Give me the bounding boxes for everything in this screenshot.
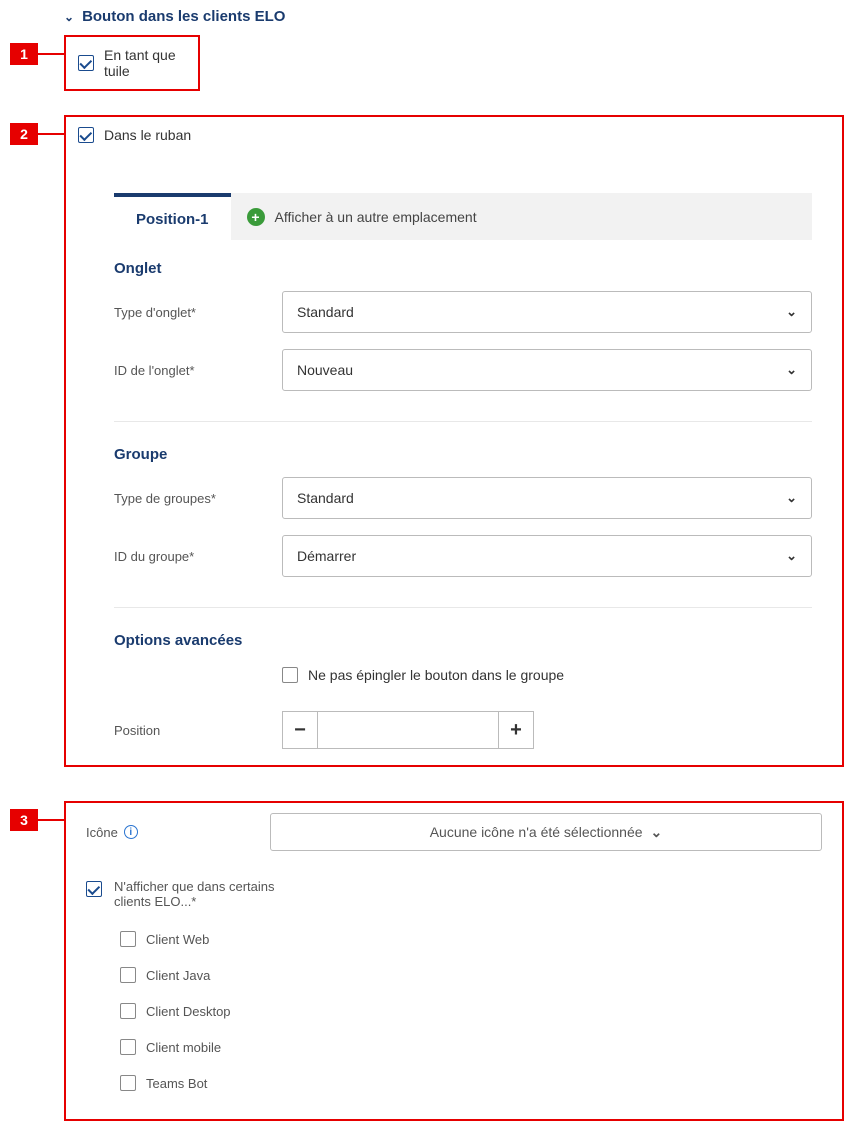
ribbon-checkbox-label: Dans le ruban xyxy=(104,127,191,143)
client-mobile-label: Client mobile xyxy=(146,1040,221,1055)
group-type-label: Type de groupes* xyxy=(114,491,282,506)
section-toggle[interactable]: ⌄ Bouton dans les clients ELO xyxy=(0,0,861,31)
tab-type-value: Standard xyxy=(297,304,354,320)
icon-label-wrap: Icône i xyxy=(86,825,226,840)
callout-badge-3: 3 xyxy=(10,809,38,831)
client-java-checkbox[interactable] xyxy=(120,967,136,983)
group-type-value: Standard xyxy=(297,490,354,506)
position-decrement[interactable]: − xyxy=(282,711,318,749)
client-java-label: Client Java xyxy=(146,968,210,983)
chevron-down-icon: ⌄ xyxy=(786,304,797,320)
callout-connector xyxy=(38,53,64,55)
icon-client-panel: Icône i Aucune icône n'a été sélectionné… xyxy=(64,801,844,1121)
client-mobile-checkbox[interactable] xyxy=(120,1039,136,1055)
tab-id-select[interactable]: Nouveau ⌄ xyxy=(282,349,812,391)
show-only-label: N'afficher que dans certains clients ELO… xyxy=(114,879,284,909)
client-desktop-checkbox[interactable] xyxy=(120,1003,136,1019)
client-web-checkbox[interactable] xyxy=(120,931,136,947)
position-label: Position xyxy=(114,723,282,738)
add-position-tab[interactable]: + Afficher à un autre emplacement xyxy=(231,193,812,240)
client-desktop-label: Client Desktop xyxy=(146,1004,231,1019)
chevron-down-icon: ⌄ xyxy=(786,490,797,506)
icon-select-text: Aucune icône n'a été sélectionnée xyxy=(430,824,643,840)
tab-type-label: Type d'onglet* xyxy=(114,305,282,320)
group-id-label: ID du groupe* xyxy=(114,549,282,564)
onglet-heading: Onglet xyxy=(114,260,812,277)
info-icon[interactable]: i xyxy=(124,825,138,839)
client-teamsbot-label: Teams Bot xyxy=(146,1076,207,1091)
group-id-value: Démarrer xyxy=(297,548,356,564)
callout-connector xyxy=(38,133,64,135)
chevron-down-icon: ⌄ xyxy=(786,362,797,378)
icon-label: Icône xyxy=(86,825,118,840)
tab-type-select[interactable]: Standard ⌄ xyxy=(282,291,812,333)
position-input[interactable] xyxy=(318,711,498,749)
callout-badge-2: 2 xyxy=(10,123,38,145)
plus-icon: + xyxy=(247,208,265,226)
chevron-down-icon: ⌄ xyxy=(64,10,74,24)
section-title: Bouton dans les clients ELO xyxy=(82,8,285,25)
tile-checkbox[interactable] xyxy=(78,55,94,71)
ribbon-checkbox[interactable] xyxy=(78,127,94,143)
divider xyxy=(114,607,812,608)
tab-position-1[interactable]: Position-1 xyxy=(114,193,231,240)
add-position-label: Afficher à un autre emplacement xyxy=(275,209,477,225)
tile-checkbox-group: En tant que tuile xyxy=(64,35,200,91)
callout-connector xyxy=(38,819,64,821)
groupe-heading: Groupe xyxy=(114,446,812,463)
nopin-checkbox[interactable] xyxy=(282,667,298,683)
icon-select[interactable]: Aucune icône n'a été sélectionnée ⌄ xyxy=(270,813,822,851)
client-web-label: Client Web xyxy=(146,932,209,947)
tab-id-label: ID de l'onglet* xyxy=(114,363,282,378)
position-stepper: − + xyxy=(282,711,534,749)
show-only-checkbox[interactable] xyxy=(86,881,102,897)
chevron-down-icon: ⌄ xyxy=(651,824,663,841)
client-teamsbot-checkbox[interactable] xyxy=(120,1075,136,1091)
ribbon-config-panel: Dans le ruban Position-1 + Afficher à un… xyxy=(64,115,844,767)
advanced-heading: Options avancées xyxy=(114,632,812,649)
group-type-select[interactable]: Standard ⌄ xyxy=(282,477,812,519)
nopin-checkbox-label: Ne pas épingler le bouton dans le groupe xyxy=(308,667,564,683)
divider xyxy=(114,421,812,422)
tab-id-value: Nouveau xyxy=(297,362,353,378)
chevron-down-icon: ⌄ xyxy=(786,548,797,564)
position-increment[interactable]: + xyxy=(498,711,534,749)
tile-checkbox-label: En tant que tuile xyxy=(104,47,186,79)
callout-badge-1: 1 xyxy=(10,43,38,65)
group-id-select[interactable]: Démarrer ⌄ xyxy=(282,535,812,577)
